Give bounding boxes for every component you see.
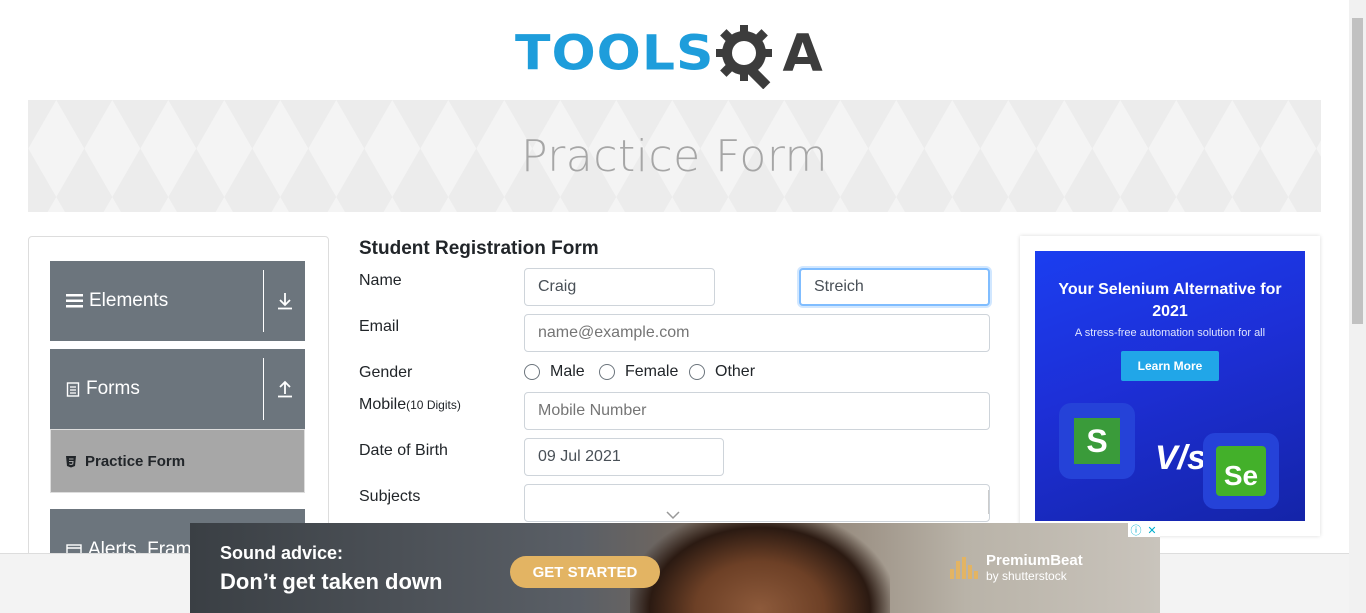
- menu-group-elements-toggle[interactable]: [263, 270, 305, 332]
- mobile-label-text: Mobile: [359, 396, 407, 413]
- scrollbar-thumb[interactable]: [1352, 18, 1363, 324]
- menu-group-forms-text: Forms: [86, 378, 140, 399]
- arrow-down-icon: [277, 293, 292, 310]
- gender-label: Gender: [359, 364, 413, 381]
- brand-name: PremiumBeat: [986, 552, 1083, 569]
- katalon-logo: S: [1059, 403, 1135, 479]
- ad-choices[interactable]: ⓘ ✕: [1128, 523, 1160, 537]
- page-scrollbar[interactable]: [1349, 0, 1366, 613]
- katalon-logo-mark: S: [1074, 418, 1120, 464]
- mobile-label: Mobile(10 Digits): [359, 396, 461, 414]
- menu-group-elements[interactable]: Elements: [50, 261, 305, 341]
- gender-radio-male[interactable]: Male: [524, 363, 585, 381]
- learn-more-button[interactable]: Learn More: [1120, 351, 1220, 381]
- logo-tools-text: TOOLS: [515, 26, 715, 82]
- mobile-input[interactable]: Mobile Number: [524, 392, 990, 430]
- bottom-ad[interactable]: Sound advice: Don’t get taken down GET S…: [190, 523, 1160, 613]
- page: TOOLS A Practice Form Elements Forms Pra…: [0, 0, 1366, 613]
- ad-info-icon[interactable]: ⓘ: [1128, 523, 1144, 537]
- sidebar-item-practice-form-label: Practice Form: [85, 452, 186, 470]
- ad-close-icon[interactable]: ✕: [1144, 523, 1160, 537]
- premiumbeat-logo: PremiumBeat by shutterstock: [950, 553, 1083, 583]
- bottom-ad-line2: Don’t get taken down: [220, 569, 443, 594]
- subjects-label: Subjects: [359, 488, 421, 505]
- toolsqa-logo[interactable]: TOOLS A: [515, 16, 840, 92]
- right-ad-subline: A stress-free automation solution for al…: [1074, 327, 1266, 339]
- gender-radio-female[interactable]: Female: [599, 363, 678, 381]
- selenium-logo: Se: [1203, 433, 1279, 509]
- bottom-ad-line1: Sound advice:: [220, 543, 344, 563]
- ad-photo: [630, 523, 890, 613]
- brand-by: by shutterstock: [986, 569, 1067, 583]
- sidebar-item-practice-form[interactable]: Practice Form: [50, 429, 305, 493]
- menu-group-elements-text: Elements: [89, 290, 169, 311]
- menu-group-forms-label: Forms: [50, 378, 263, 400]
- right-ad[interactable]: Your Selenium Alternative for 2021 A str…: [1035, 251, 1305, 521]
- html5-icon: [66, 455, 76, 467]
- gender-radio-other-label[interactable]: Other: [715, 363, 755, 381]
- radio-circle[interactable]: [689, 364, 705, 380]
- right-ad-headline: Your Selenium Alternative for 2021: [1058, 281, 1282, 320]
- hamburger-icon: [66, 294, 83, 308]
- form-title: Student Registration Form: [359, 238, 599, 259]
- email-input[interactable]: name@example.com: [524, 314, 990, 352]
- get-started-button[interactable]: GET STARTED: [510, 556, 660, 588]
- dob-input[interactable]: 09 Jul 2021: [524, 438, 724, 476]
- right-ad-frame: Your Selenium Alternative for 2021 A str…: [1020, 236, 1320, 536]
- menu-group-forms-toggle[interactable]: [263, 358, 305, 420]
- gender-radio-other[interactable]: Other: [689, 363, 755, 381]
- menu-group-forms[interactable]: Forms: [50, 349, 305, 429]
- subjects-divider: [988, 490, 989, 514]
- radio-circle[interactable]: [524, 364, 540, 380]
- last-name-input[interactable]: Streich: [799, 268, 990, 306]
- name-label: Name: [359, 272, 402, 289]
- page-title: Practice Form: [520, 130, 829, 182]
- email-label: Email: [359, 318, 400, 335]
- mobile-label-hint: (10 Digits): [406, 398, 461, 412]
- arrow-up-icon: [277, 380, 292, 398]
- selenium-logo-mark: Se: [1216, 446, 1266, 496]
- gender-radio-male-label[interactable]: Male: [550, 363, 585, 381]
- gear-magnifier-icon: [716, 25, 773, 89]
- versus-text: V/s: [1155, 439, 1207, 477]
- chevron-down-icon[interactable]: [666, 510, 680, 520]
- sound-bars-icon: [950, 557, 978, 579]
- subjects-input[interactable]: [524, 484, 990, 522]
- menu-group-elements-label: Elements: [50, 290, 263, 312]
- logo-qa-text: A: [782, 24, 823, 84]
- document-icon: [66, 381, 80, 397]
- dob-label: Date of Birth: [359, 442, 448, 459]
- radio-circle[interactable]: [599, 364, 615, 380]
- first-name-input[interactable]: Craig: [524, 268, 715, 306]
- page-banner: Practice Form: [28, 100, 1321, 212]
- left-menu: Elements Forms Practice Form Alerts, Fra…: [28, 236, 329, 566]
- gender-radio-female-label[interactable]: Female: [625, 363, 678, 381]
